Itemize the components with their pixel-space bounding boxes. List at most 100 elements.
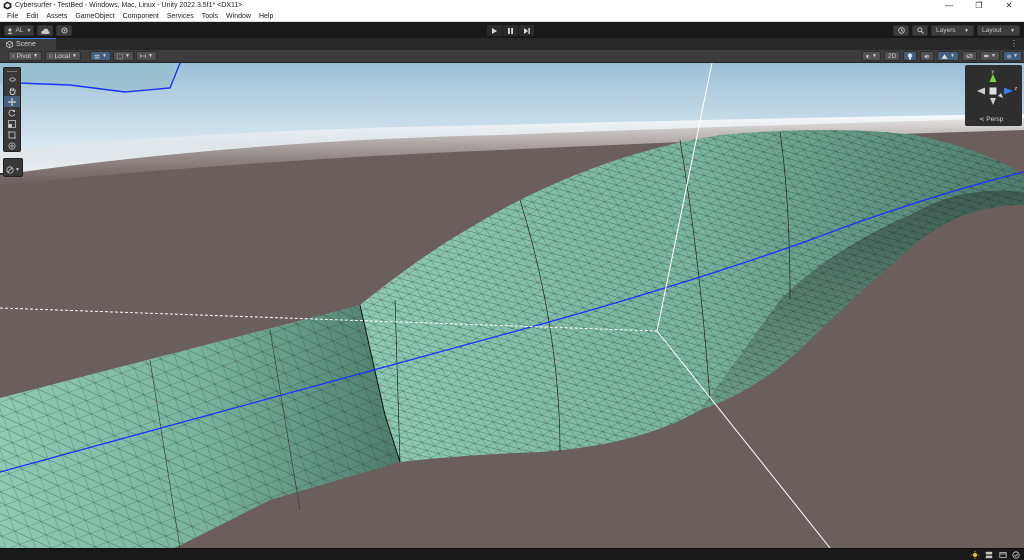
toolbar-right: Layers ▼ Layout ▼ bbox=[893, 25, 1020, 36]
play-button[interactable] bbox=[487, 25, 502, 36]
shading-icon bbox=[866, 54, 870, 58]
draw-mode-toggle[interactable]: ▼ bbox=[862, 51, 881, 61]
local-toggle[interactable]: Local ▼ bbox=[45, 51, 81, 61]
hidden-objects-toggle[interactable] bbox=[962, 51, 977, 61]
tab-scene-label: Scene bbox=[16, 41, 36, 48]
grid-icon bbox=[94, 53, 101, 59]
menu-bar: File Edit Assets GameObject Component Se… bbox=[0, 11, 1024, 22]
hand-icon bbox=[9, 87, 15, 95]
snap-settings-toggle[interactable]: ▼ bbox=[113, 51, 134, 61]
pause-button[interactable] bbox=[503, 25, 518, 36]
chevron-down-icon: ▼ bbox=[148, 53, 153, 59]
main-toolbar: AL ▼ Layers ▼ Layout ▼ bbox=[0, 23, 1024, 38]
check-status-icon[interactable] bbox=[1012, 551, 1020, 559]
collab-icon bbox=[60, 27, 68, 34]
menu-gameobject[interactable]: GameObject bbox=[71, 13, 118, 20]
kebab-menu-icon[interactable]: ⋮ bbox=[1010, 39, 1018, 48]
pause-icon bbox=[508, 27, 513, 34]
rect-tool[interactable] bbox=[4, 129, 20, 140]
rotate-icon bbox=[8, 109, 16, 117]
history-icon bbox=[897, 27, 905, 34]
cloud-icon bbox=[40, 28, 50, 34]
increment-snap-toggle[interactable]: ▼ bbox=[136, 51, 157, 61]
chevron-down-icon: ▼ bbox=[33, 53, 38, 59]
pivot-label: Pivot bbox=[16, 52, 32, 60]
layers-dropdown[interactable]: Layers ▼ bbox=[931, 25, 974, 36]
account-icon bbox=[6, 27, 13, 34]
chevron-down-icon: ▼ bbox=[125, 53, 130, 59]
projection-toggle[interactable]: ⋖ Persp bbox=[979, 115, 1003, 123]
lighting-toggle[interactable] bbox=[903, 51, 917, 61]
layout-dropdown[interactable]: Layout ▼ bbox=[977, 25, 1020, 36]
maximize-icon: ❐ bbox=[975, 1, 983, 10]
transform-icon bbox=[8, 141, 16, 150]
orientation-gizmo[interactable]: y z ⋖ Persp bbox=[965, 65, 1022, 126]
playback-controls bbox=[487, 25, 534, 36]
account-dropdown[interactable]: AL ▼ bbox=[4, 25, 34, 36]
scene-viewport[interactable] bbox=[0, 63, 1024, 548]
tab-scene[interactable]: Scene bbox=[0, 38, 56, 50]
maximize-button[interactable]: ❐ bbox=[964, 0, 994, 11]
history-button[interactable] bbox=[893, 25, 909, 36]
increment-snap-icon bbox=[140, 54, 147, 58]
mode-2d-label: 2D bbox=[887, 52, 897, 60]
neg-y-cone bbox=[990, 98, 996, 105]
collaborate-status-icon[interactable] bbox=[999, 551, 1007, 559]
gizmos-toggle[interactable]: ▼ bbox=[1003, 51, 1022, 61]
chevron-down-icon: ▼ bbox=[1010, 27, 1015, 34]
menu-services[interactable]: Services bbox=[163, 13, 198, 20]
close-button[interactable]: ✕ bbox=[994, 0, 1024, 11]
unity-logo-icon bbox=[3, 1, 12, 10]
custom-tool-icon bbox=[6, 166, 14, 174]
menu-edit[interactable]: Edit bbox=[22, 13, 42, 20]
transform-tool[interactable] bbox=[4, 140, 20, 151]
audio-toggle[interactable] bbox=[920, 51, 934, 61]
search-icon bbox=[916, 27, 924, 34]
menu-assets[interactable]: Assets bbox=[42, 13, 71, 20]
camera-settings-toggle[interactable]: ▼ bbox=[980, 51, 1000, 61]
orbit-tool[interactable] bbox=[4, 74, 20, 85]
gizmo-center-cube bbox=[989, 87, 997, 95]
menu-window[interactable]: Window bbox=[222, 13, 255, 20]
custom-tool-dropdown[interactable]: ▼ bbox=[6, 166, 20, 174]
cache-server-icon[interactable] bbox=[985, 551, 993, 559]
minimize-button[interactable]: — bbox=[934, 0, 964, 11]
pivot-icon bbox=[12, 54, 15, 58]
grid-snap-toggle[interactable]: ▼ bbox=[90, 51, 111, 61]
status-bar bbox=[0, 548, 1024, 560]
scale-tool[interactable] bbox=[4, 118, 20, 129]
move-icon bbox=[8, 97, 16, 106]
neg-z-cone bbox=[998, 93, 1003, 98]
menu-component[interactable]: Component bbox=[119, 13, 163, 20]
effects-icon bbox=[941, 53, 948, 59]
pivot-toggle[interactable]: Pivot ▼ bbox=[8, 51, 42, 61]
cloud-button[interactable] bbox=[37, 25, 53, 36]
chevron-down-icon: ▼ bbox=[991, 53, 996, 59]
play-icon bbox=[492, 27, 497, 34]
axis-gizmo-icon: y z bbox=[977, 69, 1018, 105]
menu-tools[interactable]: Tools bbox=[198, 13, 222, 20]
mode-2d-toggle[interactable]: 2D bbox=[884, 51, 900, 61]
custom-tools-panel: ▼ bbox=[3, 158, 23, 177]
menu-file[interactable]: File bbox=[3, 13, 22, 20]
scene-tools-panel bbox=[3, 67, 21, 152]
local-label: Local bbox=[54, 52, 71, 60]
minimize-icon: — bbox=[945, 1, 953, 10]
lighting-progress-icon[interactable] bbox=[971, 551, 979, 559]
chevron-down-icon: ▼ bbox=[872, 53, 877, 59]
gizmo-z-label: z bbox=[1015, 86, 1018, 92]
close-icon: ✕ bbox=[1005, 1, 1013, 10]
search-button[interactable] bbox=[912, 25, 928, 36]
collab-button[interactable] bbox=[56, 25, 72, 36]
rotate-tool[interactable] bbox=[4, 107, 20, 118]
step-button[interactable] bbox=[519, 25, 534, 36]
scale-icon bbox=[8, 119, 16, 128]
title-bar: Cybersurfer - TestBed - Windows, Mac, Li… bbox=[0, 0, 1024, 11]
y-axis-cone bbox=[989, 74, 997, 82]
move-tool[interactable] bbox=[4, 96, 20, 107]
hand-tool[interactable] bbox=[4, 85, 20, 96]
step-icon bbox=[523, 27, 530, 34]
menu-help[interactable]: Help bbox=[255, 13, 277, 20]
layout-label: Layout bbox=[982, 27, 1002, 34]
effects-toggle[interactable]: ▼ bbox=[937, 51, 959, 61]
